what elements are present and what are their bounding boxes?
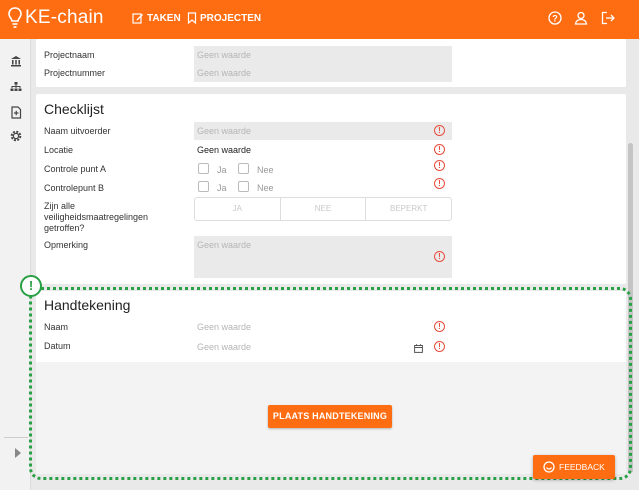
highlight-badge: ! — [20, 275, 42, 297]
gear-icon[interactable] — [10, 130, 22, 142]
nav-taken[interactable]: TAKEN — [132, 12, 181, 24]
place-signature-button[interactable]: PLAATS HANDTEKENING — [268, 405, 392, 428]
signature-card: Handtekening Naam Geen waarde ! Datum Ge… — [36, 291, 626, 474]
veiligheid-option-beperkt[interactable]: BEPERKT — [366, 198, 451, 220]
veiligheid-segmented-control: JA NEE BEPERKT — [194, 197, 452, 221]
naam-uitvoerder-label: Naam uitvoerder — [44, 126, 111, 136]
projectnummer-label: Projectnummer — [44, 68, 106, 78]
logout-icon[interactable] — [601, 11, 616, 25]
project-card: Projectnaam Geen waarde Projectnummer Ge… — [36, 39, 626, 87]
controlepunt-b-ja-label: Ja — [217, 183, 227, 193]
opmerking-textarea[interactable]: Geen waarde — [194, 236, 452, 278]
sitemap-icon[interactable] — [10, 81, 22, 93]
scrollbar-thumb[interactable] — [628, 143, 633, 473]
veiligheid-label: Zijn alle veiligheidsmaatregelingen getr… — [44, 201, 149, 233]
required-warning-icon: ! — [434, 160, 445, 171]
nav-projecten-label: PROJECTEN — [200, 12, 262, 24]
bank-icon[interactable] — [10, 55, 22, 67]
app-logo[interactable]: KE-chain — [8, 7, 104, 29]
required-warning-icon: ! — [434, 178, 445, 189]
feedback-label: FEEDBACK — [559, 462, 605, 472]
veiligheid-option-ja[interactable]: JA — [195, 198, 281, 220]
controle-a-ja-label: Ja — [217, 165, 227, 175]
projectnummer-field: Geen waarde — [194, 64, 452, 82]
datum-label: Datum — [44, 341, 71, 351]
checklist-card: Checklijst Naam uitvoerder Geen waarde !… — [36, 94, 626, 284]
required-warning-icon: ! — [434, 144, 445, 155]
bookmark-icon — [187, 12, 197, 24]
projectnaam-label: Projectnaam — [44, 50, 95, 60]
locatie-label: Locatie — [44, 145, 74, 155]
controlepunt-b-nee-label: Nee — [257, 183, 274, 193]
help-icon[interactable]: ? — [548, 11, 562, 25]
controle-a-nee-checkbox[interactable] — [238, 163, 249, 174]
app-name: KE-chain — [25, 7, 104, 28]
naam-uitvoerder-field[interactable]: Geen waarde — [194, 122, 452, 140]
user-icon[interactable] — [574, 11, 588, 25]
calendar-icon[interactable] — [414, 344, 423, 353]
controlepunt-b-nee-checkbox[interactable] — [238, 181, 249, 192]
nav-projecten[interactable]: PROJECTEN — [187, 12, 261, 24]
opmerking-label: Opmerking — [44, 240, 89, 250]
required-warning-icon: ! — [434, 321, 445, 332]
top-bar: KE-chain TAKEN PROJECTEN ? — [0, 0, 639, 39]
naam-label: Naam — [44, 322, 69, 332]
projectnaam-field: Geen waarde — [194, 46, 452, 64]
controle-a-nee-label: Nee — [257, 165, 274, 175]
locatie-field[interactable]: Geen waarde — [194, 141, 452, 159]
checklist-title: Checklijst — [44, 101, 104, 117]
smile-icon — [543, 461, 555, 473]
signature-title: Handtekening — [44, 297, 131, 313]
required-warning-icon: ! — [434, 341, 445, 352]
feedback-button[interactable]: FEEDBACK — [533, 455, 615, 479]
sidebar-divider — [4, 437, 28, 438]
edit-icon — [132, 13, 143, 24]
controlepunt-b-ja-checkbox[interactable] — [198, 181, 209, 192]
document-icon[interactable] — [10, 106, 22, 119]
svg-text:?: ? — [552, 14, 558, 24]
sidebar — [0, 39, 31, 490]
expand-sidebar-icon[interactable] — [15, 448, 21, 458]
lightbulb-icon — [8, 7, 22, 28]
nav-taken-label: TAKEN — [147, 12, 181, 24]
controlepunt-b-label: Controlepunt B — [44, 183, 105, 193]
controle-a-label: Controle punt A — [44, 164, 107, 174]
datum-field[interactable]: Geen waarde — [194, 338, 414, 356]
controle-a-ja-checkbox[interactable] — [198, 163, 209, 174]
required-warning-icon: ! — [434, 125, 445, 136]
naam-field[interactable]: Geen waarde — [194, 318, 452, 336]
required-warning-icon: ! — [434, 251, 445, 262]
veiligheid-option-nee[interactable]: NEE — [281, 198, 367, 220]
